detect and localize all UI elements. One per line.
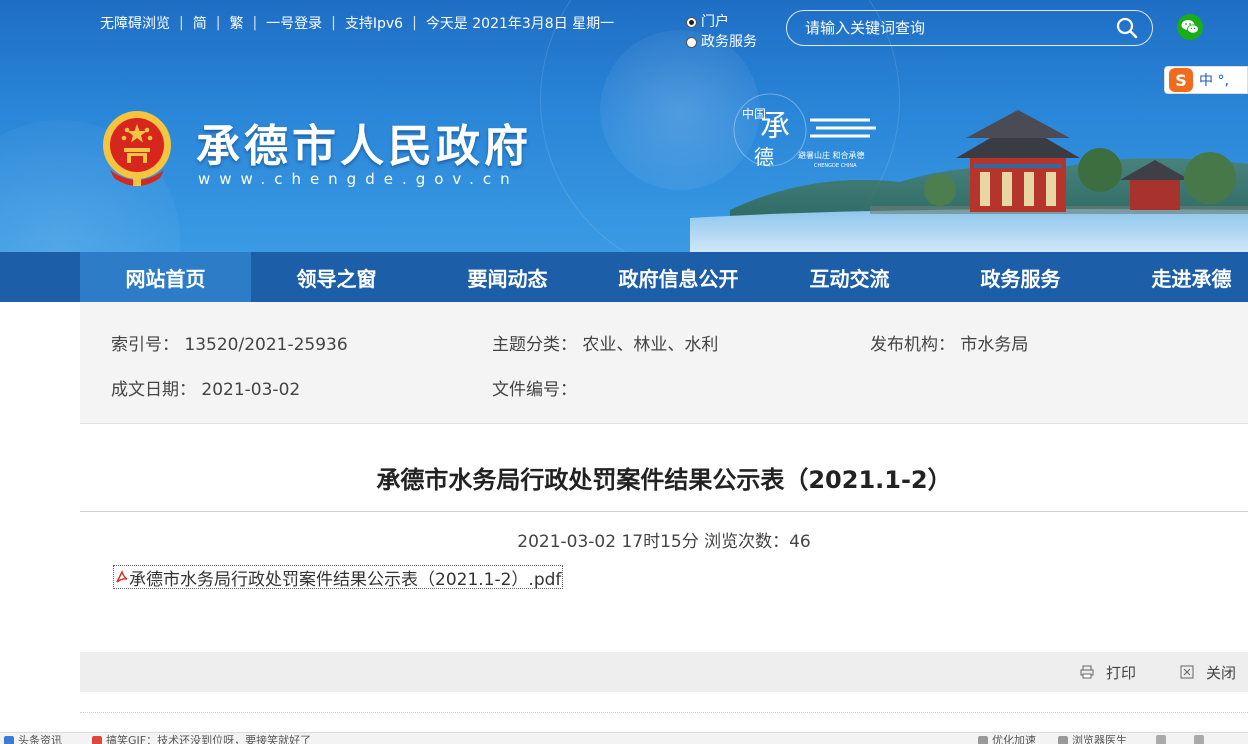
close-icon <box>1180 665 1194 679</box>
article-toolbar: 打印 关闭 <box>80 652 1248 692</box>
download-icon <box>1156 735 1166 744</box>
shield-icon <box>1058 736 1068 744</box>
separator: | <box>331 15 336 31</box>
news-icon <box>4 736 14 744</box>
rocket-icon <box>978 736 988 744</box>
search-scope-radio-group: 门户 政务服务 <box>686 12 757 52</box>
status-download-item[interactable] <box>1156 735 1170 744</box>
separator: | <box>412 15 417 31</box>
close-label: 关闭 <box>1206 663 1237 682</box>
index-number: 索引号： 13520/2021-25936 <box>111 335 348 355</box>
print-label: 打印 <box>1106 663 1137 682</box>
attachment-filename: 承德市水务局行政处罚案件结果公示表（2021.1-2）.pdf <box>129 569 562 590</box>
main-navigation: 网站首页 领导之窗 要闻动态 政府信息公开 互动交流 政务服务 走进承德 <box>0 252 1248 302</box>
nav-item-home[interactable]: 网站首页 <box>80 252 251 302</box>
footer-divider <box>80 712 1248 713</box>
separator: | <box>179 15 184 31</box>
scope-option-label: 政务服务 <box>701 34 757 50</box>
status-speedup-item[interactable]: 优化加速 <box>978 735 1036 744</box>
document-number: 文件编号： <box>492 380 577 400</box>
nav-item-gov-info-disclosure[interactable]: 政府信息公开 <box>593 252 764 302</box>
separator: | <box>252 15 258 31</box>
scope-option-government-services[interactable]: 政务服务 <box>686 32 757 52</box>
status-screenshot-item[interactable] <box>1194 735 1208 744</box>
simplified-chinese-link[interactable]: 简 <box>193 13 207 33</box>
nav-item-leadership[interactable]: 领导之窗 <box>251 252 422 302</box>
radio-selected-icon[interactable] <box>686 16 697 28</box>
close-button[interactable]: 关闭 <box>1180 652 1236 692</box>
status-doctor-text: 浏览器医生 <box>1072 734 1127 744</box>
banner-scenery-illustration: 中国 承 德 避暑山庄 和合承德 CHENGDE CHINA <box>690 93 1248 252</box>
topic-category: 主题分类： 农业、林业、水利 <box>492 335 719 355</box>
document-metadata-box: 索引号： 13520/2021-25936 主题分类： 农业、林业、水利 发布机… <box>80 302 1248 424</box>
accessibility-link[interactable]: 无障碍浏览 <box>100 13 170 33</box>
site-title: 承德市人民政府 <box>196 121 532 172</box>
status-speedup-text: 优化加速 <box>992 734 1036 744</box>
site-url: www.chengde.gov.cn <box>198 170 519 188</box>
wechat-bubbles-icon <box>1181 20 1199 34</box>
nav-item-news[interactable]: 要闻动态 <box>422 252 593 302</box>
status-gif-item[interactable]: 搞笑GIF：技术还没到位呀，要接笑就好了 <box>92 735 311 744</box>
radio-unselected-icon[interactable] <box>686 36 697 48</box>
separator: | <box>215 15 221 31</box>
top-utility-bar: 无障碍浏览 | 简 | 繁 | 一号登录 | 支持Ipv6 | 今天是 2021… <box>100 12 614 34</box>
wechat-icon[interactable] <box>1177 14 1203 40</box>
svg-text:CHENGDE CHINA: CHENGDE CHINA <box>814 163 857 169</box>
status-doctor-item[interactable]: 浏览器医生 <box>1058 735 1127 744</box>
title-divider <box>80 511 1248 512</box>
document-date: 成文日期： 2021-03-02 <box>111 380 301 400</box>
publishing-agency: 发布机构： 市水务局 <box>870 335 1029 355</box>
nav-item-about-chengde[interactable]: 走进承德 <box>1106 252 1248 302</box>
article-publish-info: 2021-03-02 17时15分 浏览次数：46 <box>517 532 811 552</box>
nav-item-gov-services[interactable]: 政务服务 <box>935 252 1106 302</box>
status-news-item[interactable]: 头条资讯 <box>4 735 62 744</box>
scope-option-label: 门户 <box>701 14 729 30</box>
traditional-chinese-link[interactable]: 繁 <box>229 13 243 33</box>
current-date-text: 今天是 2021年3月8日 星期一 <box>425 16 615 32</box>
article-title: 承德市水务局行政处罚案件结果公示表（2021.1-2） <box>376 466 952 494</box>
gif-icon <box>92 736 102 744</box>
screenshot-icon <box>1194 735 1204 744</box>
search-icon[interactable] <box>1116 17 1138 39</box>
national-emblem-icon <box>103 111 171 186</box>
site-header: 无障碍浏览 | 简 | 繁 | 一号登录 | 支持Ipv6 | 今天是 2021… <box>0 0 1248 252</box>
browser-status-bar: 头条资讯 搞笑GIF：技术还没到位呀，要接笑就好了 优化加速 浏览器医生 <box>0 732 1248 744</box>
status-gif-text: 搞笑GIF：技术还没到位呀，要接笑就好了 <box>106 734 312 744</box>
print-button[interactable]: 打印 <box>1080 652 1136 692</box>
svg-text:承: 承 <box>760 109 790 144</box>
pdf-attachment-link[interactable]: 承德市水务局行政处罚案件结果公示表（2021.1-2）.pdf <box>113 565 564 590</box>
nav-item-interaction[interactable]: 互动交流 <box>764 252 935 302</box>
svg-text:避暑山庄 和合承德: 避暑山庄 和合承德 <box>798 150 865 160</box>
login-link[interactable]: 一号登录 <box>266 13 322 33</box>
search-input[interactable] <box>805 19 1116 37</box>
chengde-city-logo: 中国 承 德 避暑山庄 和合承德 CHENGDE CHINA <box>733 93 876 169</box>
pdf-file-icon <box>116 570 128 583</box>
ipv6-support-text: 支持Ipv6 <box>344 16 404 32</box>
status-news-text: 头条资讯 <box>18 734 62 744</box>
scope-option-portal[interactable]: 门户 <box>686 12 757 32</box>
search-box <box>786 10 1153 46</box>
svg-text:德: 德 <box>754 145 774 169</box>
printer-icon <box>1080 665 1094 679</box>
